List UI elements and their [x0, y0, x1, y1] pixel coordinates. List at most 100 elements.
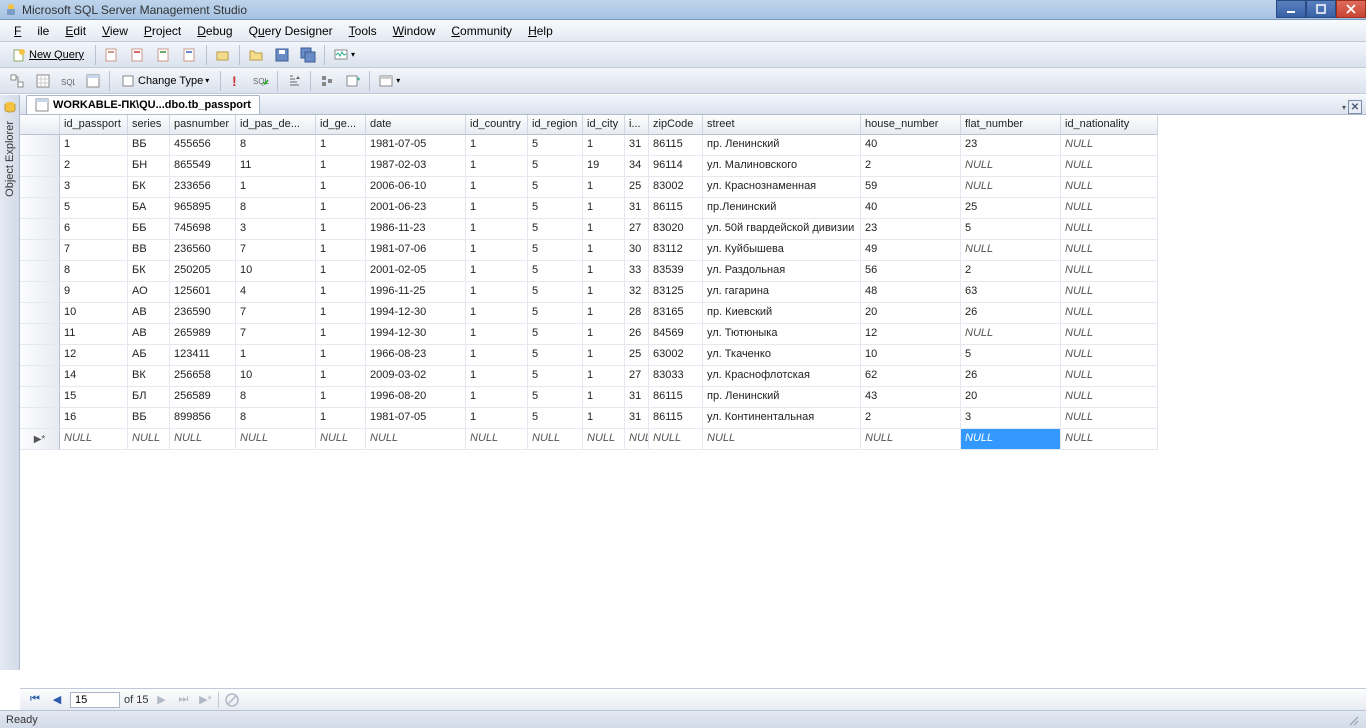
grid-cell[interactable]: 5	[60, 198, 128, 219]
document-tab[interactable]: WORKABLE-ПК\QU...dbo.tb_passport	[26, 95, 260, 114]
grid-cell[interactable]: 62	[861, 366, 961, 387]
menu-community[interactable]: Community	[443, 22, 520, 40]
grid-cell[interactable]: NULL	[961, 177, 1061, 198]
menu-help[interactable]: Help	[520, 22, 561, 40]
grid-cell[interactable]: 31	[625, 198, 649, 219]
grid-cell[interactable]: 49	[861, 240, 961, 261]
grid-cell[interactable]: 7	[60, 240, 128, 261]
grid-cell[interactable]: 1	[583, 324, 625, 345]
grid-cell[interactable]: 12	[861, 324, 961, 345]
column-header[interactable]: zipCode	[649, 115, 703, 135]
grid-cell[interactable]: 1994-12-30	[366, 303, 466, 324]
row-header[interactable]	[20, 261, 60, 282]
grid-cell[interactable]: 2	[60, 156, 128, 177]
grid-cell[interactable]: 23	[961, 135, 1061, 156]
grid-cell[interactable]: 3	[961, 408, 1061, 429]
grid-cell[interactable]: 1	[236, 345, 316, 366]
grid-cell[interactable]: 5	[528, 198, 583, 219]
menu-project[interactable]: Project	[136, 22, 189, 40]
grid-cell[interactable]: 1	[316, 198, 366, 219]
grid-cell[interactable]: 5	[961, 219, 1061, 240]
grid-cell[interactable]: 1	[236, 177, 316, 198]
column-header[interactable]: pasnumber	[170, 115, 236, 135]
grid-cell[interactable]: 1	[466, 177, 528, 198]
menu-view[interactable]: View	[94, 22, 136, 40]
grid-cell[interactable]: 31	[625, 135, 649, 156]
grid-cell[interactable]: 83112	[649, 240, 703, 261]
column-header[interactable]: id_nationality	[1061, 115, 1158, 135]
grid-cell[interactable]: 865549	[170, 156, 236, 177]
grid-cell[interactable]: 83002	[649, 177, 703, 198]
grid-cell[interactable]: NULL	[1061, 198, 1158, 219]
column-header[interactable]: id_country	[466, 115, 528, 135]
grid-cell[interactable]: 1	[466, 282, 528, 303]
grid-cell[interactable]: 1	[583, 408, 625, 429]
grid-cell[interactable]: ВВ	[128, 240, 170, 261]
add-derived-icon[interactable]: ▾	[374, 70, 404, 92]
grid-cell[interactable]: NULL	[1061, 240, 1158, 261]
grid-cell[interactable]: NULL	[128, 429, 170, 450]
grid-cell[interactable]: АВ	[128, 324, 170, 345]
grid-cell[interactable]: 1	[583, 366, 625, 387]
grid-cell[interactable]: 59	[861, 177, 961, 198]
grid-cell[interactable]: 63002	[649, 345, 703, 366]
nav-first-button[interactable]: ⏮	[26, 691, 44, 709]
nav-last-button[interactable]: ⏭	[174, 691, 192, 709]
grid-cell[interactable]: 86115	[649, 387, 703, 408]
grid-cell[interactable]: 1	[60, 135, 128, 156]
grid-cell[interactable]: БК	[128, 177, 170, 198]
activity-monitor-icon[interactable]: ▾	[329, 44, 359, 66]
grid-cell[interactable]: 1	[583, 198, 625, 219]
grid-cell[interactable]: 5	[528, 366, 583, 387]
grid-cell[interactable]: 26	[961, 366, 1061, 387]
grid-cell[interactable]: 5	[528, 156, 583, 177]
grid-cell[interactable]: ББ	[128, 219, 170, 240]
grid-cell[interactable]: 84569	[649, 324, 703, 345]
grid-cell[interactable]: NULL	[625, 429, 649, 450]
grid-cell[interactable]: 25	[961, 198, 1061, 219]
grid-cell[interactable]: 1	[583, 345, 625, 366]
grid-cell[interactable]: 26	[961, 303, 1061, 324]
grid-cell[interactable]: NULL	[1061, 303, 1158, 324]
grid-cell[interactable]: 25	[625, 177, 649, 198]
grid-cell[interactable]: БЛ	[128, 387, 170, 408]
grid-cell[interactable]: ВБ	[128, 408, 170, 429]
grid-cell[interactable]: 1	[316, 324, 366, 345]
grid-cell[interactable]: ВК	[128, 366, 170, 387]
grid-cell[interactable]: 31	[625, 408, 649, 429]
grid-cell[interactable]: 4	[236, 282, 316, 303]
column-header[interactable]: id_pas_de...	[236, 115, 316, 135]
grid-cell[interactable]: 3	[60, 177, 128, 198]
grid-cell[interactable]: 1987-02-03	[366, 156, 466, 177]
grid-cell[interactable]: 1	[316, 219, 366, 240]
nav-new-button[interactable]: ▶*	[196, 691, 214, 709]
show-criteria-icon[interactable]	[31, 70, 55, 92]
grid-cell[interactable]: 236590	[170, 303, 236, 324]
grid-cell[interactable]: 1981-07-05	[366, 135, 466, 156]
grid-cell[interactable]: 1	[466, 198, 528, 219]
menu-window[interactable]: Window	[385, 22, 444, 40]
row-header[interactable]	[20, 345, 60, 366]
grid-cell[interactable]: 2009-03-02	[366, 366, 466, 387]
grid-cell[interactable]: 86115	[649, 198, 703, 219]
grid-cell[interactable]: 83539	[649, 261, 703, 282]
grid-cell[interactable]: NULL	[366, 429, 466, 450]
grid-cell[interactable]: 1981-07-05	[366, 408, 466, 429]
grid-cell[interactable]: 236560	[170, 240, 236, 261]
grid-cell[interactable]: 1	[583, 261, 625, 282]
grid-cell[interactable]: 1	[316, 387, 366, 408]
save-icon[interactable]	[270, 44, 294, 66]
grid-cell[interactable]: 1	[316, 282, 366, 303]
grid-cell[interactable]: ул. гагарина	[703, 282, 861, 303]
nav-next-button[interactable]: ▶	[152, 691, 170, 709]
column-header[interactable]: series	[128, 115, 170, 135]
grid-cell[interactable]: 10	[236, 261, 316, 282]
grid-cell[interactable]: 1	[466, 303, 528, 324]
analysis-dmx-icon[interactable]	[152, 44, 176, 66]
row-header[interactable]	[20, 240, 60, 261]
nav-cancel-button[interactable]	[223, 691, 241, 709]
column-header[interactable]: id_city	[583, 115, 625, 135]
grid-cell[interactable]: 2	[861, 408, 961, 429]
grid-cell[interactable]: 86115	[649, 135, 703, 156]
grid-cell[interactable]: 30	[625, 240, 649, 261]
